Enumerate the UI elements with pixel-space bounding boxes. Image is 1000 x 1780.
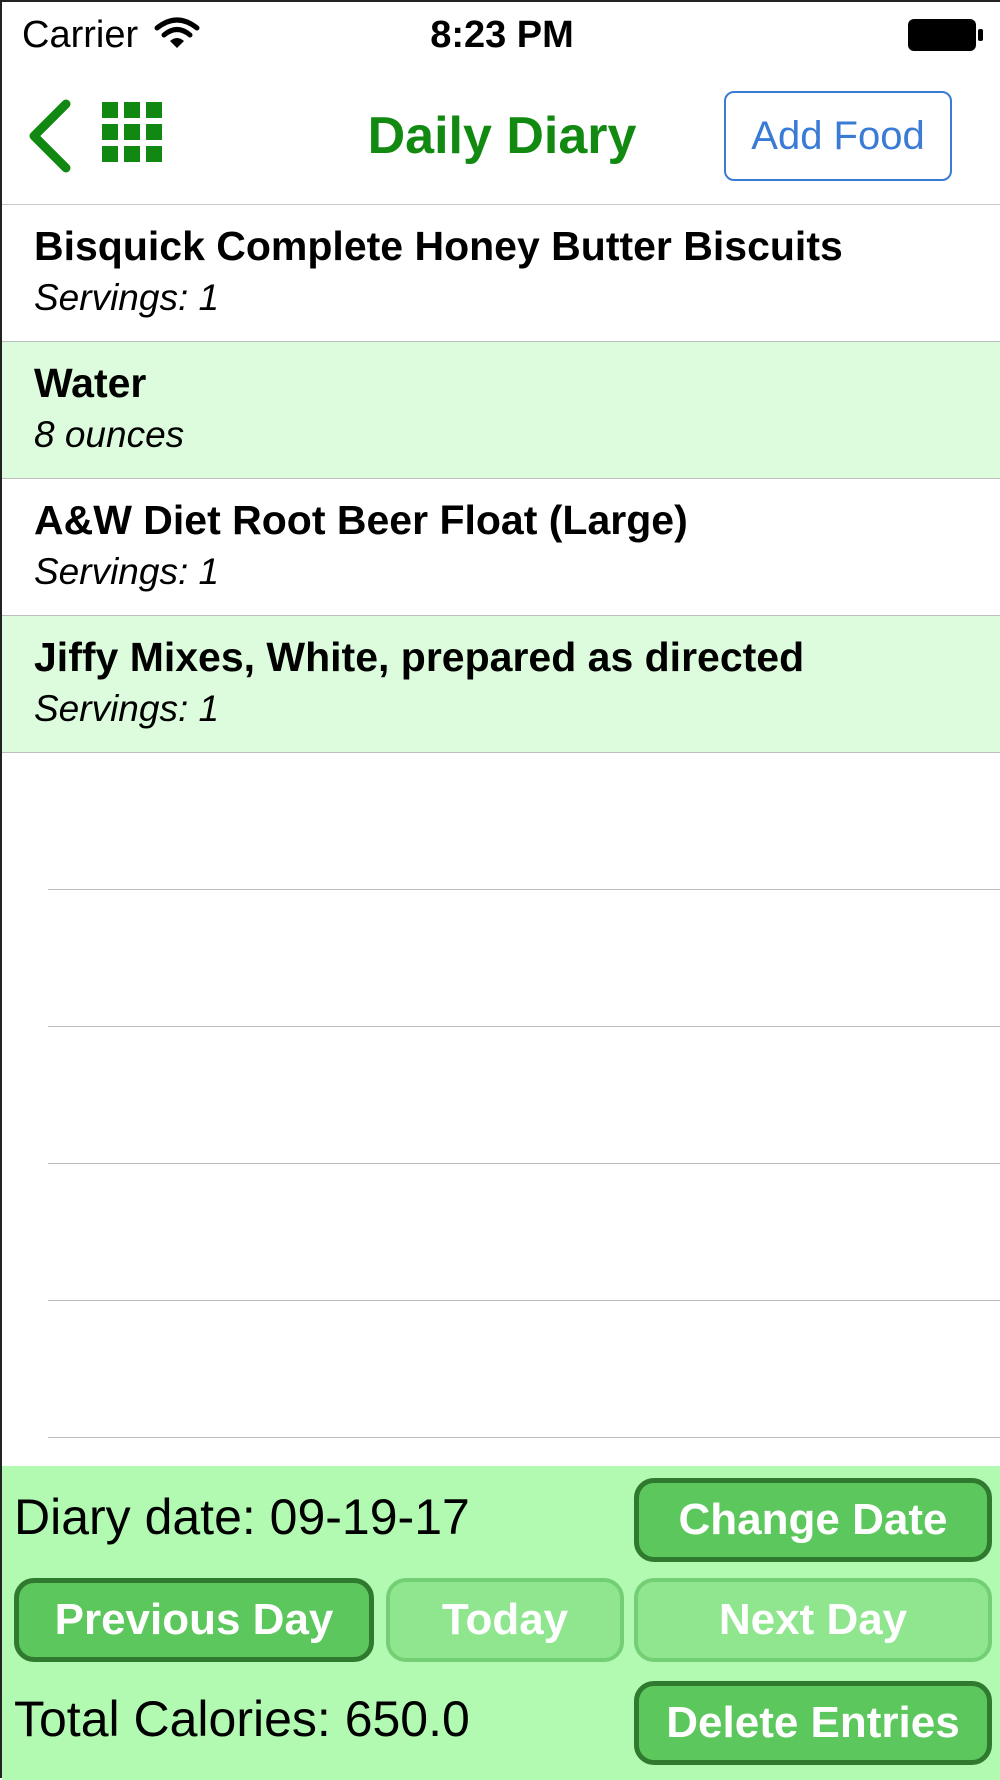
list-item[interactable]: Jiffy Mixes, White, prepared as directed… (2, 616, 1000, 753)
food-detail: Servings: 1 (34, 277, 220, 318)
grid-icon[interactable] (102, 102, 162, 164)
food-name: Water (34, 360, 147, 406)
change-date-button[interactable]: Change Date (634, 1478, 992, 1562)
date-control-panel: Diary date: 09-19-17 Change Date Previou… (2, 1466, 1000, 1780)
total-calories-label: Total Calories: 650.0 (14, 1691, 470, 1747)
chevron-left-icon[interactable] (24, 98, 74, 174)
today-button[interactable]: Today (386, 1578, 624, 1662)
next-day-button[interactable]: Next Day (634, 1578, 992, 1662)
diary-screen: Carrier 8:23 PM Daily Diary Add Food Bis… (0, 0, 1000, 1780)
food-name: Jiffy Mixes, White, prepared as directed (34, 634, 805, 680)
food-detail: 8 ounces (34, 414, 185, 455)
list-item[interactable]: A&W Diet Root Beer Float (Large) Serving… (2, 479, 1000, 616)
status-time: 8:23 PM (430, 14, 574, 56)
empty-row (2, 1027, 1000, 1164)
food-detail: Servings: 1 (34, 688, 220, 729)
page-title: Daily Diary (367, 107, 637, 165)
empty-row (2, 753, 1000, 890)
delete-entries-button[interactable]: Delete Entries (634, 1681, 992, 1765)
food-name: Bisquick Complete Honey Butter Biscuits (34, 223, 843, 269)
add-food-button[interactable]: Add Food (724, 91, 952, 181)
battery-full-icon (908, 19, 983, 51)
food-detail: Servings: 1 (34, 551, 220, 592)
empty-row (2, 1164, 1000, 1301)
list-item[interactable]: Bisquick Complete Honey Butter Biscuits … (2, 205, 1000, 342)
previous-day-button[interactable]: Previous Day (14, 1578, 374, 1662)
navigation-bar: Daily Diary Add Food (2, 66, 1000, 205)
empty-row (2, 890, 1000, 1027)
diary-date-label: Diary date: 09-19-17 (14, 1489, 470, 1545)
food-name: A&W Diet Root Beer Float (Large) (34, 497, 688, 543)
empty-row (2, 1301, 1000, 1438)
status-bar: Carrier 8:23 PM (2, 2, 1000, 66)
diary-list: Bisquick Complete Honey Butter Biscuits … (2, 205, 1000, 1438)
list-item[interactable]: Water 8 ounces (2, 342, 1000, 479)
